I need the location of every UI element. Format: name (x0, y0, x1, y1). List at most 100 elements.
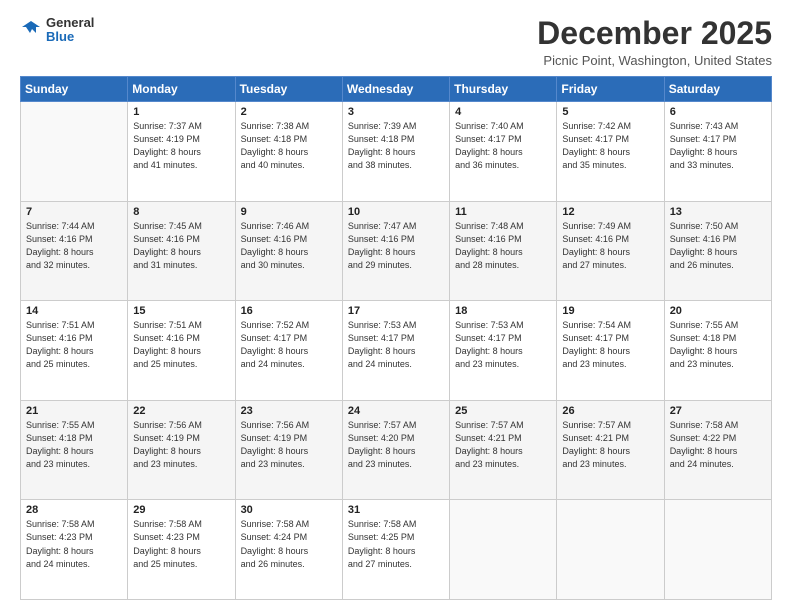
day-info: Sunrise: 7:58 AMSunset: 4:23 PMDaylight:… (133, 518, 230, 570)
day-info: Sunrise: 7:37 AMSunset: 4:19 PMDaylight:… (133, 120, 230, 172)
day-info: Sunrise: 7:58 AMSunset: 4:24 PMDaylight:… (241, 518, 338, 570)
title-block: December 2025 Picnic Point, Washington, … (537, 16, 772, 68)
calendar-cell: 8 Sunrise: 7:45 AMSunset: 4:16 PMDaylight… (128, 201, 235, 301)
calendar-cell: 10 Sunrise: 7:47 AMSunset: 4:16 PMDayligh… (342, 201, 449, 301)
day-info: Sunrise: 7:39 AMSunset: 4:18 PMDaylight:… (348, 120, 445, 172)
day-number: 11 (455, 206, 552, 218)
calendar-cell: 15 Sunrise: 7:51 AMSunset: 4:16 PMDayligh… (128, 301, 235, 401)
day-info: Sunrise: 7:50 AMSunset: 4:16 PMDaylight:… (670, 220, 767, 272)
day-number: 6 (670, 106, 767, 118)
calendar-cell: 24 Sunrise: 7:57 AMSunset: 4:20 PMDayligh… (342, 400, 449, 500)
logo: General Blue (20, 16, 94, 45)
subtitle: Picnic Point, Washington, United States (537, 53, 772, 68)
week-row-3: 14Sunrise: 7:51 AMSunset: 4:16 PMDayligh… (21, 301, 772, 401)
calendar-cell (450, 500, 557, 600)
day-number: 10 (348, 206, 445, 218)
day-info: Sunrise: 7:44 AMSunset: 4:16 PMDaylight:… (26, 220, 123, 272)
day-number: 23 (241, 405, 338, 417)
day-number: 18 (455, 305, 552, 317)
day-info: Sunrise: 7:57 AMSunset: 4:21 PMDaylight:… (455, 419, 552, 471)
day-number: 20 (670, 305, 767, 317)
day-info: Sunrise: 7:46 AMSunset: 4:16 PMDaylight:… (241, 220, 338, 272)
day-number: 8 (133, 206, 230, 218)
day-info: Sunrise: 7:57 AMSunset: 4:20 PMDaylight:… (348, 419, 445, 471)
calendar-cell: 31Sunrise: 7:58 AMSunset: 4:25 PMDayligh… (342, 500, 449, 600)
day-number: 12 (562, 206, 659, 218)
day-info: Sunrise: 7:53 AMSunset: 4:17 PMDaylight:… (455, 319, 552, 371)
calendar-cell: 26 Sunrise: 7:57 AMSunset: 4:21 PMDayligh… (557, 400, 664, 500)
day-info: Sunrise: 7:52 AMSunset: 4:17 PMDaylight:… (241, 319, 338, 371)
calendar-cell: 25Sunrise: 7:57 AMSunset: 4:21 PMDayligh… (450, 400, 557, 500)
day-info: Sunrise: 7:56 AMSunset: 4:19 PMDaylight:… (133, 419, 230, 471)
day-number: 15 (133, 305, 230, 317)
day-number: 19 (562, 305, 659, 317)
day-number: 27 (670, 405, 767, 417)
header-friday: Friday (557, 77, 664, 102)
calendar-cell: 19Sunrise: 7:54 AMSunset: 4:17 PMDayligh… (557, 301, 664, 401)
calendar-cell: 18 Sunrise: 7:53 AMSunset: 4:17 PMDayligh… (450, 301, 557, 401)
day-number: 2 (241, 106, 338, 118)
day-info: Sunrise: 7:42 AMSunset: 4:17 PMDaylight:… (562, 120, 659, 172)
calendar-cell: 23 Sunrise: 7:56 AMSunset: 4:19 PMDayligh… (235, 400, 342, 500)
calendar-cell: 6Sunrise: 7:43 AMSunset: 4:17 PMDaylight… (664, 102, 771, 202)
day-info: Sunrise: 7:48 AMSunset: 4:16 PMDaylight:… (455, 220, 552, 272)
day-info: Sunrise: 7:56 AMSunset: 4:19 PMDaylight:… (241, 419, 338, 471)
day-info: Sunrise: 7:58 AMSunset: 4:22 PMDaylight:… (670, 419, 767, 471)
header: General Blue December 2025 Picnic Point,… (20, 16, 772, 68)
day-number: 13 (670, 206, 767, 218)
logo-bird-icon (20, 19, 42, 41)
day-number: 26 (562, 405, 659, 417)
day-info: Sunrise: 7:45 AMSunset: 4:16 PMDaylight:… (133, 220, 230, 272)
calendar-table: SundayMondayTuesdayWednesdayThursdayFrid… (20, 76, 772, 600)
calendar-cell: 28Sunrise: 7:58 AMSunset: 4:23 PMDayligh… (21, 500, 128, 600)
calendar-cell (21, 102, 128, 202)
calendar-header-row: SundayMondayTuesdayWednesdayThursdayFrid… (21, 77, 772, 102)
calendar-cell: 13 Sunrise: 7:50 AMSunset: 4:16 PMDayligh… (664, 201, 771, 301)
day-info: Sunrise: 7:38 AMSunset: 4:18 PMDaylight:… (241, 120, 338, 172)
calendar-cell: 1 Sunrise: 7:37 AMSunset: 4:19 PMDaylight… (128, 102, 235, 202)
calendar-cell: 21Sunrise: 7:55 AMSunset: 4:18 PMDayligh… (21, 400, 128, 500)
calendar-cell: 27 Sunrise: 7:58 AMSunset: 4:22 PMDayligh… (664, 400, 771, 500)
calendar-cell (557, 500, 664, 600)
day-number: 7 (26, 206, 123, 218)
header-monday: Monday (128, 77, 235, 102)
week-row-5: 28Sunrise: 7:58 AMSunset: 4:23 PMDayligh… (21, 500, 772, 600)
day-number: 30 (241, 504, 338, 516)
day-number: 9 (241, 206, 338, 218)
calendar-cell: 17Sunrise: 7:53 AMSunset: 4:17 PMDayligh… (342, 301, 449, 401)
day-number: 16 (241, 305, 338, 317)
day-number: 29 (133, 504, 230, 516)
header-saturday: Saturday (664, 77, 771, 102)
header-tuesday: Tuesday (235, 77, 342, 102)
day-info: Sunrise: 7:55 AMSunset: 4:18 PMDaylight:… (26, 419, 123, 471)
logo-general: General (46, 16, 94, 30)
day-info: Sunrise: 7:58 AMSunset: 4:23 PMDaylight:… (26, 518, 123, 570)
week-row-2: 7 Sunrise: 7:44 AMSunset: 4:16 PMDaylight… (21, 201, 772, 301)
day-info: Sunrise: 7:57 AMSunset: 4:21 PMDaylight:… (562, 419, 659, 471)
day-number: 22 (133, 405, 230, 417)
day-info: Sunrise: 7:51 AMSunset: 4:16 PMDaylight:… (133, 319, 230, 371)
calendar-cell (664, 500, 771, 600)
calendar-cell: 5Sunrise: 7:42 AMSunset: 4:17 PMDaylight… (557, 102, 664, 202)
calendar-cell: 20 Sunrise: 7:55 AMSunset: 4:18 PMDayligh… (664, 301, 771, 401)
day-number: 4 (455, 106, 552, 118)
day-info: Sunrise: 7:51 AMSunset: 4:16 PMDaylight:… (26, 319, 123, 371)
logo-blue: Blue (46, 30, 94, 44)
logo-text: General Blue (46, 16, 94, 45)
day-number: 17 (348, 305, 445, 317)
calendar-cell: 14Sunrise: 7:51 AMSunset: 4:16 PMDayligh… (21, 301, 128, 401)
calendar-cell: 22 Sunrise: 7:56 AMSunset: 4:19 PMDayligh… (128, 400, 235, 500)
calendar-cell: 30 Sunrise: 7:58 AMSunset: 4:24 PMDayligh… (235, 500, 342, 600)
day-info: Sunrise: 7:55 AMSunset: 4:18 PMDaylight:… (670, 319, 767, 371)
day-info: Sunrise: 7:40 AMSunset: 4:17 PMDaylight:… (455, 120, 552, 172)
day-number: 24 (348, 405, 445, 417)
day-number: 3 (348, 106, 445, 118)
header-sunday: Sunday (21, 77, 128, 102)
day-number: 31 (348, 504, 445, 516)
calendar-cell: 7 Sunrise: 7:44 AMSunset: 4:16 PMDaylight… (21, 201, 128, 301)
day-number: 1 (133, 106, 230, 118)
calendar-cell: 4 Sunrise: 7:40 AMSunset: 4:17 PMDaylight… (450, 102, 557, 202)
day-info: Sunrise: 7:47 AMSunset: 4:16 PMDaylight:… (348, 220, 445, 272)
page: General Blue December 2025 Picnic Point,… (0, 0, 792, 612)
calendar-cell: 12Sunrise: 7:49 AMSunset: 4:16 PMDayligh… (557, 201, 664, 301)
